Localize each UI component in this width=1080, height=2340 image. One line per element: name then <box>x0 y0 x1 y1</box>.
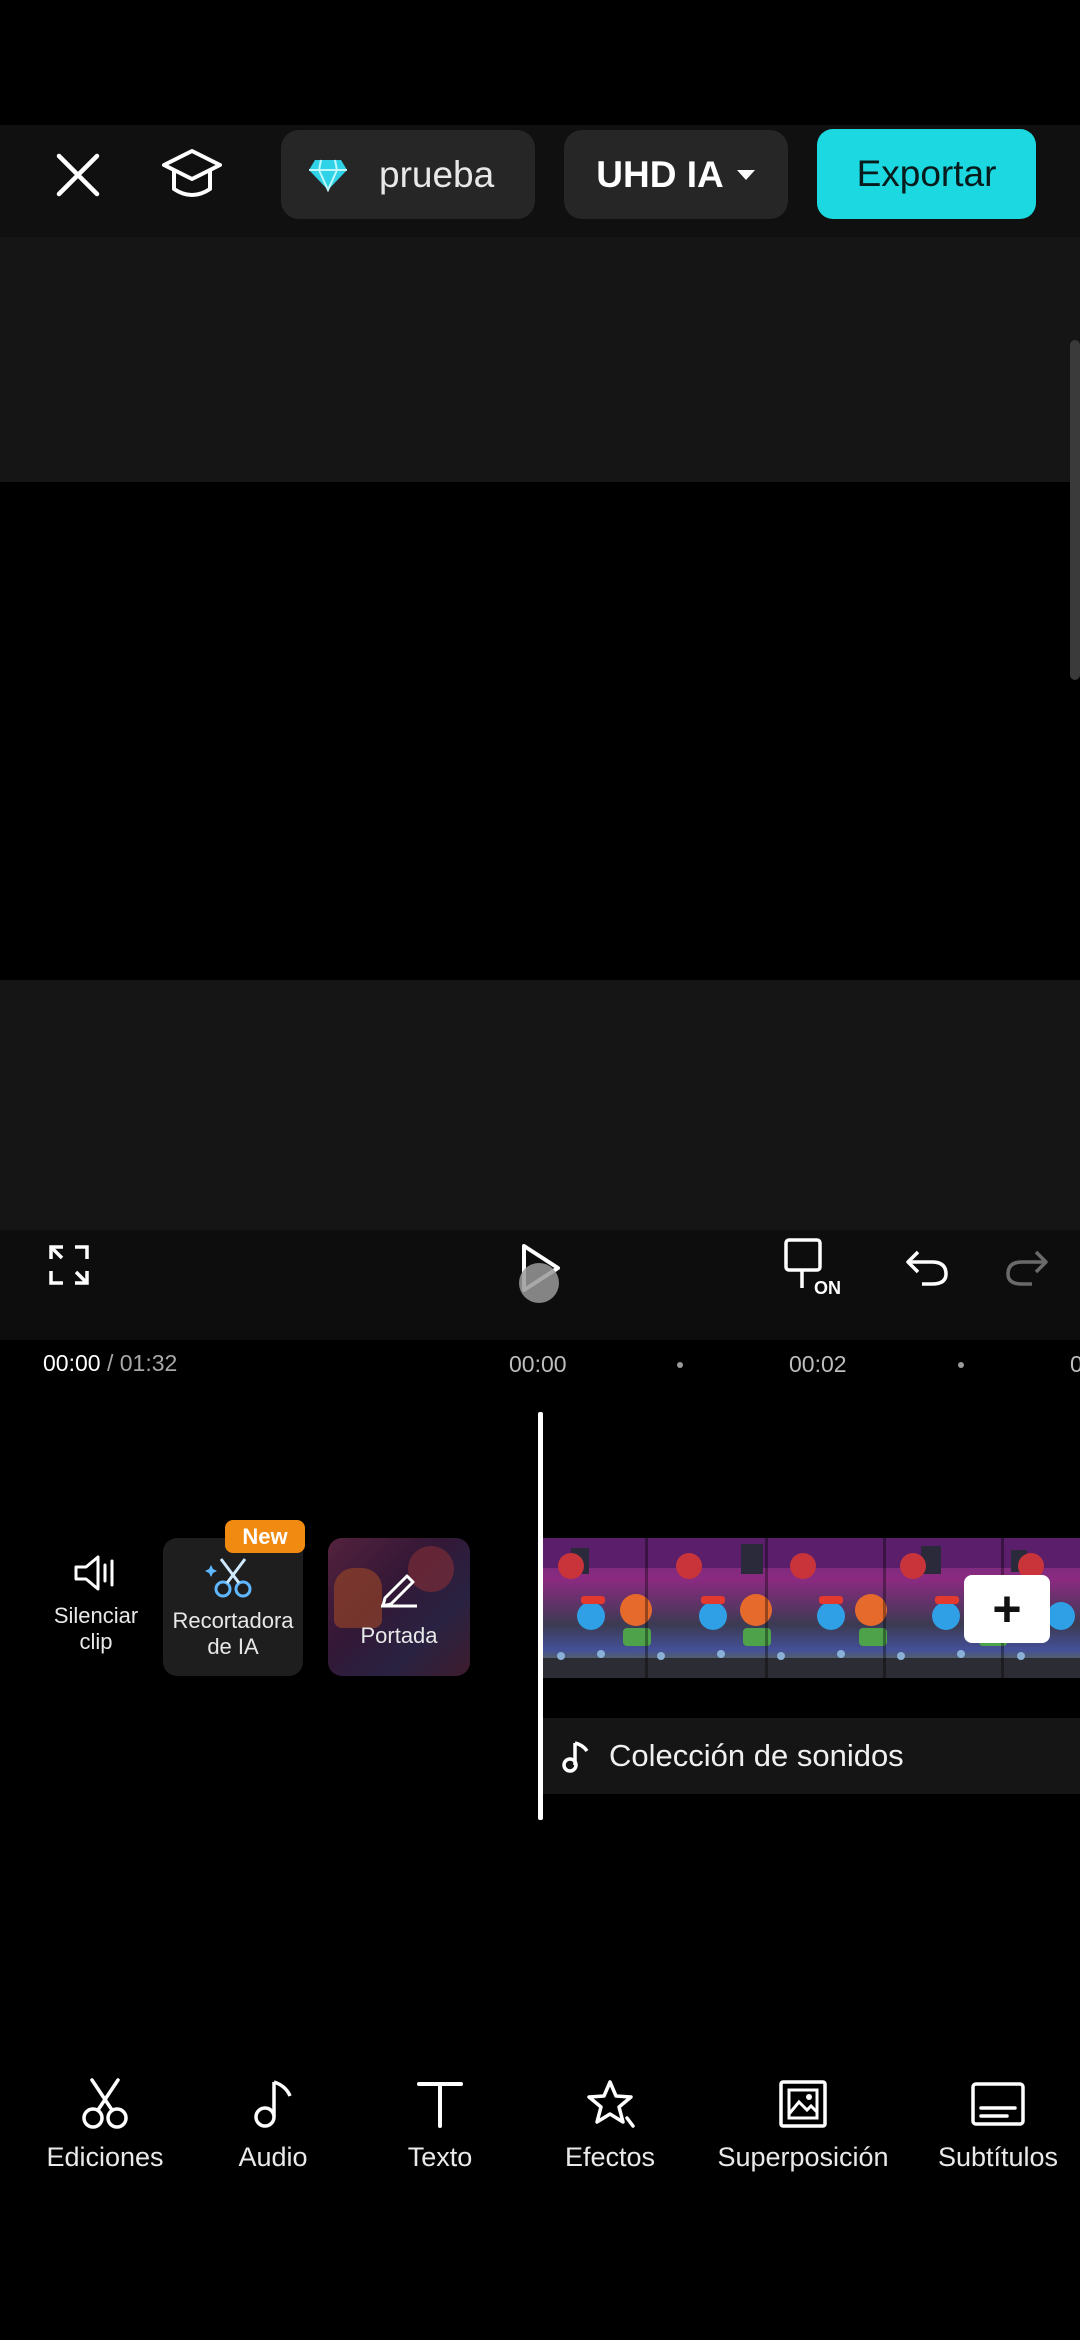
fullscreen-icon[interactable] <box>44 1240 94 1290</box>
navigation-bar-area <box>0 2215 1080 2340</box>
toolbar-subtitles[interactable]: Subtítulos <box>918 2078 1078 2173</box>
mute-clip-button[interactable]: Silenciar clip <box>40 1553 152 1655</box>
preview-scrollbar[interactable] <box>1070 340 1080 680</box>
ruler-dot <box>958 1362 964 1368</box>
play-icon[interactable] <box>510 1238 574 1310</box>
caret-down-icon <box>736 168 756 182</box>
ai-scissors-icon <box>200 1555 266 1599</box>
sound-collection-track[interactable]: Colección de sonidos <box>541 1718 1080 1794</box>
speaker-icon <box>40 1553 152 1593</box>
tutorial-graduation-cap-icon[interactable] <box>158 145 226 205</box>
toolbar-edits[interactable]: Ediciones <box>20 2078 190 2173</box>
preview-background-bottom <box>0 980 1080 1230</box>
music-note-icon <box>210 2078 336 2130</box>
music-note-icon <box>561 1739 591 1773</box>
frame-separator <box>883 1538 886 1678</box>
project-name: prueba <box>379 153 495 195</box>
sound-collection-label: Colección de sonidos <box>609 1738 904 1773</box>
export-button[interactable]: Exportar <box>817 129 1036 219</box>
toolbar-text[interactable]: Texto <box>380 2078 500 2173</box>
svg-text:ON: ON <box>814 1278 841 1298</box>
ruler-tick-0: 00:00 <box>509 1351 567 1377</box>
toolbar-label: Superposición <box>717 2142 889 2172</box>
cover-label: Portada <box>360 1623 438 1648</box>
toolbar-effects[interactable]: Efectos <box>545 2078 675 2173</box>
diamond-icon <box>307 158 349 192</box>
plus-icon: + <box>992 1581 1022 1637</box>
total-time: / 01:32 <box>106 1350 178 1376</box>
preview-background-top <box>0 237 1080 482</box>
toolbar-overlay[interactable]: Superposición <box>700 2078 906 2173</box>
current-time: 00:00 <box>43 1350 101 1376</box>
close-icon[interactable] <box>48 145 108 205</box>
ruler-tick-2: 0 <box>1070 1351 1080 1377</box>
add-clip-button[interactable]: + <box>964 1575 1050 1643</box>
toolbar-label: Texto <box>407 2142 473 2172</box>
ruler-dot <box>677 1362 683 1368</box>
mute-clip-label: Silenciar clip <box>53 1603 139 1654</box>
toolbar-label: Audio <box>238 2142 308 2172</box>
undo-icon[interactable] <box>902 1244 952 1290</box>
scissors-icon <box>20 2078 190 2130</box>
toolbar-label: Efectos <box>564 2142 656 2172</box>
toolbar-audio[interactable]: Audio <box>210 2078 336 2173</box>
text-icon <box>380 2078 500 2130</box>
timecode: 00:00 / 01:32 <box>43 1350 177 1377</box>
playhead[interactable] <box>538 1412 543 1820</box>
auto-sync-on-icon[interactable]: ON <box>782 1236 848 1298</box>
ruler-tick-1: 00:02 <box>789 1351 847 1377</box>
project-pill[interactable]: prueba <box>281 130 535 219</box>
toolbar-label: Subtítulos <box>937 2142 1059 2172</box>
video-preview[interactable] <box>0 482 1080 980</box>
toolbar-label: Ediciones <box>46 2142 164 2172</box>
frame-separator <box>765 1538 768 1678</box>
subtitles-icon <box>918 2078 1078 2130</box>
ai-cutout-label: Recortadora de IA <box>172 1608 294 1659</box>
quality-label: UHD IA <box>596 153 724 195</box>
frame-separator <box>645 1538 648 1678</box>
quality-dropdown[interactable]: UHD IA <box>564 130 788 219</box>
effects-star-icon <box>545 2078 675 2130</box>
new-badge: New <box>225 1520 305 1553</box>
overlay-image-icon <box>700 2078 906 2130</box>
pencil-edit-icon <box>375 1568 423 1612</box>
redo-icon[interactable] <box>1002 1244 1052 1290</box>
